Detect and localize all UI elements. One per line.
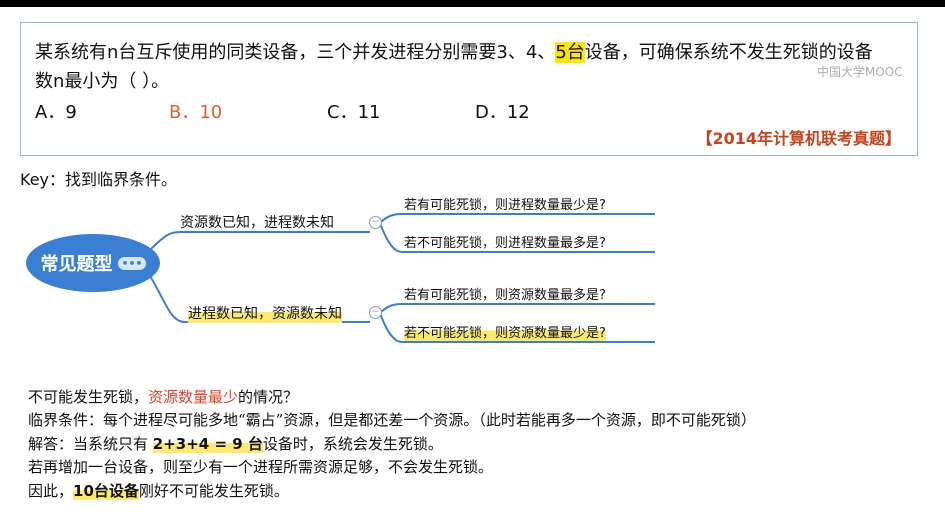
collapse-icon[interactable]: −	[369, 306, 382, 319]
comment-icon: •••	[118, 256, 146, 270]
connector-branch-1	[149, 231, 370, 251]
connector-leaf-3	[379, 303, 655, 314]
explanation-text: 的情况？	[238, 388, 299, 406]
explanation-text: 刚好不可能发生死锁。	[138, 482, 289, 500]
collapse-icon[interactable]: −	[369, 216, 382, 229]
branch-2-label: 进程数已知，资源数未知	[188, 303, 342, 323]
mindmap-root: 常见题型 •••	[26, 234, 160, 292]
explanation-line-4: 若再增加一台设备，则至少有一个进程所需资源足够，不会发生死锁。	[28, 458, 494, 476]
explanation-text: 解答：当系统只有	[28, 435, 153, 453]
leaf-4: 若不可能死锁，则资源数量最少是?	[404, 322, 606, 341]
explanation-text: 不可能发生死锁，	[28, 388, 149, 406]
leaf-1: 若有可能死锁，则进程数量最少是?	[404, 198, 606, 213]
explanation-red-text: 资源数量最少	[148, 388, 239, 406]
leaf-2: 若不可能死锁，则进程数量最多是?	[404, 236, 606, 251]
explanation-line-2: 临界条件：每个进程尽可能多地“霸占”资源，但是都还差一个资源。（此时若能再多一个…	[28, 411, 756, 429]
explanation-bold-text: 10台设备	[73, 482, 139, 500]
mindmap-root-label: 常见题型	[40, 254, 113, 275]
branch-1-label: 资源数已知，进程数未知	[180, 215, 334, 231]
explanation-text: 因此，	[28, 482, 74, 500]
leaf-3: 若有可能死锁，则资源数量最多是?	[404, 288, 606, 303]
explanation-text: 设备时，系统会发生死锁。	[262, 435, 443, 453]
explanation-line-1: 不可能发生死锁，资源数量最少的情况？	[28, 386, 298, 407]
explanation-line-3: 解答：当系统只有 2+3+4 = 9 台设备时，系统会发生死锁。	[28, 433, 443, 454]
explanation-line-5: 因此，10台设备刚好不可能发生死锁。	[28, 480, 289, 501]
explanation-bold-text: 2+3+4 = 9 台	[152, 435, 263, 453]
connector-leaf-1	[379, 213, 655, 224]
